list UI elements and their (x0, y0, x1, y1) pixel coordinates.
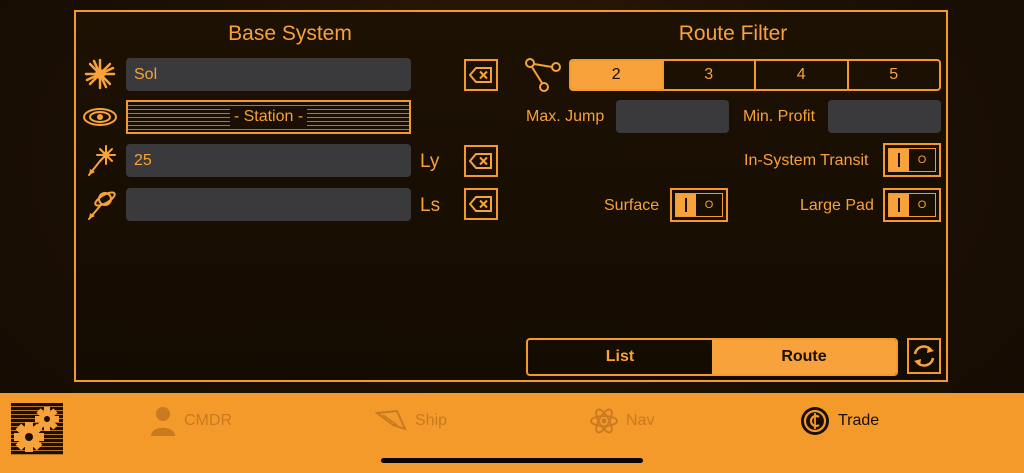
system-field[interactable]: Sol (126, 58, 411, 91)
person-icon (151, 407, 175, 436)
atom-icon (590, 408, 618, 434)
clear-system-button[interactable] (464, 59, 498, 91)
clear-icon (469, 196, 492, 212)
tab-label: Trade (838, 412, 880, 429)
tab-trade[interactable]: Trade (800, 405, 879, 437)
base-system-heading: Base System (228, 22, 352, 45)
tab-nav[interactable]: Nav (590, 405, 654, 437)
clear-arrival-button[interactable] (464, 188, 498, 220)
station-button[interactable]: - Station - (126, 100, 411, 134)
in-system-transit-label: In-System Transit (744, 152, 869, 169)
tab-cmdr[interactable]: CMDR (150, 405, 232, 437)
surface-toggle[interactable]: O (670, 188, 728, 222)
route-filter-heading: Route Filter (678, 22, 788, 45)
hops-option-3[interactable]: 3 (661, 61, 755, 89)
ship-icon (375, 409, 407, 431)
route-hops-icon (524, 57, 562, 93)
distance-field[interactable]: 25 (126, 144, 411, 177)
hops-segmented-control: 2 3 4 5 (569, 59, 941, 91)
large-pad-toggle[interactable]: O (883, 188, 941, 222)
toggle-off-text: O (704, 199, 714, 211)
min-profit-field[interactable] (828, 100, 941, 133)
refresh-button[interactable] (907, 338, 941, 374)
surface-label: Surface (604, 197, 660, 214)
tab-label: CMDR (184, 412, 232, 429)
hops-option-2[interactable]: 2 (571, 61, 662, 89)
clear-distance-button[interactable] (464, 145, 498, 177)
settings-button[interactable] (11, 403, 63, 455)
distance-unit: Ly (420, 151, 440, 172)
station-label: - Station - (229, 108, 308, 126)
view-mode-control: List Route (526, 338, 898, 376)
tab-ship[interactable]: Ship (375, 405, 447, 437)
credits-icon (801, 407, 829, 435)
toggle-off-text: O (917, 154, 927, 166)
star-icon (84, 58, 116, 90)
toggle-off-text: O (917, 199, 927, 211)
hops-option-4[interactable]: 4 (754, 61, 847, 89)
home-indicator[interactable] (381, 458, 643, 463)
tab-label: Ship (415, 412, 448, 429)
star-distance-icon (86, 144, 118, 178)
tab-label: Nav (626, 412, 655, 429)
arrival-unit: Ls (420, 195, 441, 216)
tab-bar: CMDR Ship Nav Trade (0, 393, 1024, 473)
hops-option-5[interactable]: 5 (846, 61, 940, 89)
max-jump-label: Max. Jump (526, 108, 605, 125)
refresh-icon (913, 345, 935, 367)
clear-icon (469, 153, 492, 169)
in-system-transit-toggle[interactable]: O (883, 143, 941, 177)
gears-icon (14, 407, 59, 452)
list-view-button[interactable]: List (528, 340, 712, 374)
orbit-icon (82, 103, 118, 131)
route-view-button[interactable]: Route (712, 340, 896, 374)
planet-distance-icon (86, 188, 118, 222)
min-profit-label: Min. Profit (743, 108, 816, 125)
arrival-distance-field[interactable] (126, 188, 411, 221)
clear-icon (469, 67, 492, 83)
max-jump-field[interactable] (616, 100, 729, 133)
large-pad-label: Large Pad (800, 197, 874, 214)
